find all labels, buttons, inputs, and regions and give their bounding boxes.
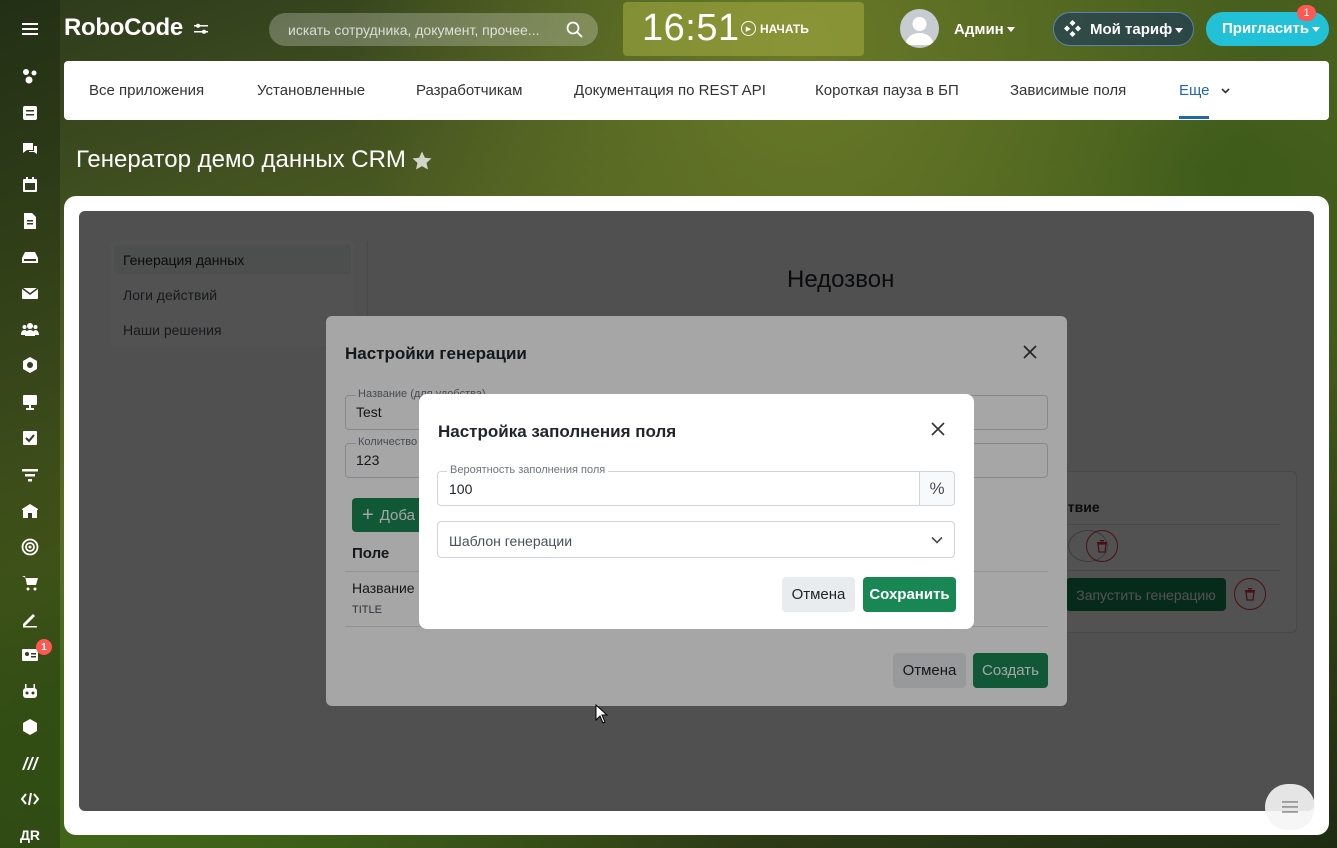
probability-value: 100 — [449, 481, 473, 497]
notification-badge: 1 — [36, 639, 52, 655]
brand-icon[interactable] — [18, 751, 42, 775]
play-icon: ▶ — [741, 21, 756, 36]
user-caret-icon[interactable] — [1007, 27, 1015, 32]
left-sidebar: 1 ДR — [0, 0, 60, 848]
tariff-label: Мой тариф — [1090, 21, 1173, 38]
probability-field[interactable]: Вероятность заполнения поля 100 % — [437, 464, 955, 506]
groups-icon[interactable] — [18, 317, 42, 341]
projects-icon[interactable] — [18, 390, 42, 414]
invite-badge: 1 — [1297, 5, 1316, 21]
tab-all-apps[interactable]: Все приложения — [89, 82, 204, 99]
search-input[interactable]: искать сотрудника, документ, прочее... — [269, 13, 598, 46]
star-icon[interactable] — [411, 150, 433, 172]
tab-more[interactable]: Еще — [1179, 82, 1210, 99]
logo[interactable]: RoboCode — [64, 14, 183, 42]
docs-icon[interactable] — [18, 209, 42, 233]
chevron-down-icon — [931, 536, 943, 544]
tab-rest-docs[interactable]: Документация по REST API — [574, 82, 766, 99]
chevron-down-icon[interactable] — [1221, 86, 1230, 95]
tab-dependent-fields[interactable]: Зависимые поля — [1010, 82, 1126, 99]
start-day-label: НАЧАТЬ — [760, 21, 809, 36]
tariff-icon — [1064, 20, 1081, 37]
feed-icon[interactable] — [18, 101, 42, 125]
template-select-value: Шаблон генерации — [449, 533, 573, 549]
close-icon[interactable] — [931, 422, 945, 436]
store-icon[interactable] — [18, 499, 42, 523]
crm-icon[interactable] — [18, 353, 42, 377]
settings-sliders-icon[interactable] — [193, 21, 209, 37]
save-button[interactable]: Сохранить — [863, 577, 956, 612]
tab-more-underline — [1179, 116, 1209, 119]
search-icon[interactable] — [566, 21, 583, 38]
calendar-icon[interactable] — [18, 173, 42, 197]
tasks-icon[interactable] — [18, 426, 42, 450]
sign-icon[interactable] — [18, 607, 42, 631]
chat-button[interactable] — [1265, 784, 1315, 830]
tab-short-pause[interactable]: Короткая пауза в БП — [815, 82, 959, 99]
invite-caret-icon — [1312, 27, 1320, 32]
list-icon — [1282, 801, 1298, 813]
chat-icon[interactable] — [18, 137, 42, 161]
modal-title: Настройка заполнения поля — [438, 422, 677, 441]
app-frame: Генерация данных Логи действий Наши реше… — [79, 211, 1314, 811]
mail-icon[interactable] — [18, 281, 42, 305]
clock-time: 16:51 — [642, 7, 740, 49]
template-select[interactable]: Шаблон генерации — [437, 521, 955, 558]
page-title: Генератор демо данных CRM — [76, 146, 406, 173]
tab-developers[interactable]: Разработчикам — [416, 82, 522, 99]
tariff-button[interactable]: Мой тариф — [1053, 12, 1194, 46]
start-day-button[interactable]: ▶ НАЧАТЬ — [741, 21, 809, 36]
tab-installed[interactable]: Установленные — [257, 82, 365, 99]
drive-icon[interactable] — [18, 245, 42, 269]
percent-icon: % — [919, 472, 954, 505]
robot-icon[interactable] — [18, 679, 42, 703]
activity-icon[interactable] — [18, 64, 42, 88]
code-icon[interactable] — [18, 787, 42, 811]
top-header: RoboCode искать сотрудника, документ, пр… — [0, 0, 1337, 60]
probability-label: Вероятность заполнения поля — [447, 464, 609, 476]
mouse-cursor-icon — [595, 704, 609, 724]
filter-icon[interactable] — [18, 463, 42, 487]
target-icon[interactable] — [18, 535, 42, 559]
box-icon[interactable] — [18, 715, 42, 739]
field-fill-modal: Настройка заполнения поля Вероятность за… — [419, 394, 974, 629]
user-name[interactable]: Админ — [954, 21, 1004, 38]
search-placeholder: искать сотрудника, документ, прочее... — [288, 21, 540, 38]
cancel-button[interactable]: Отмена — [782, 577, 855, 612]
tariff-caret-icon — [1175, 28, 1183, 33]
invite-label: Пригласить — [1222, 20, 1310, 37]
cart-icon[interactable] — [18, 571, 42, 595]
avatar[interactable] — [900, 9, 939, 48]
apps-nav: Все приложения Установленные Разработчик… — [64, 61, 1329, 120]
bottom-user-label[interactable]: ДR — [18, 823, 42, 847]
work-time-widget[interactable]: 16:51 ▶ НАЧАТЬ — [623, 2, 864, 56]
